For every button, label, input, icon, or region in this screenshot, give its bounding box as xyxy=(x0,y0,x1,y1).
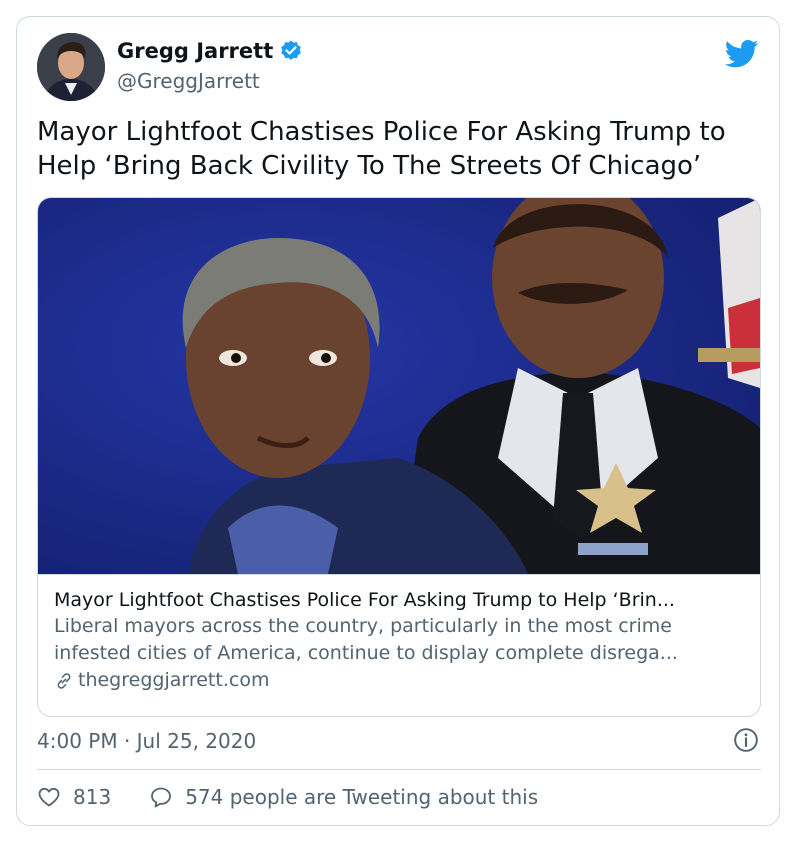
tweeting-text: 574 people are Tweeting about this xyxy=(185,785,539,809)
verified-badge-icon xyxy=(279,39,303,63)
link-card-title[interactable]: Mayor Lightfoot Chastises Police For Ask… xyxy=(54,587,744,613)
tweet-actions: 813 574 people are Tweeting about this xyxy=(37,785,538,809)
tweeting-link[interactable]: 574 people are Tweeting about this xyxy=(149,785,538,809)
speech-bubble-icon xyxy=(151,787,172,808)
author-handle[interactable]: @GreggJarrett xyxy=(117,69,260,93)
twitter-bird-icon[interactable] xyxy=(724,39,759,69)
tweet-timestamp[interactable]: 4:00 PM · Jul 25, 2020 xyxy=(37,729,256,753)
link-card-body: Mayor Lightfoot Chastises Police For Ask… xyxy=(38,574,760,716)
tweet-text: Mayor Lightfoot Chastises Police For Ask… xyxy=(37,117,726,181)
divider xyxy=(37,769,761,770)
link-preview-card[interactable]: Mayor Lightfoot Chastises Police For Ask… xyxy=(37,197,761,717)
link-card-domain-text: thegreggjarrett.com xyxy=(78,669,270,691)
like-button[interactable]: 813 xyxy=(37,785,111,809)
heart-icon xyxy=(38,787,60,807)
link-icon xyxy=(54,671,74,691)
info-icon[interactable] xyxy=(733,727,759,753)
author-name-row: Gregg Jarrett xyxy=(117,39,303,63)
author-name[interactable]: Gregg Jarrett xyxy=(117,39,273,63)
like-count: 813 xyxy=(73,785,112,809)
link-card-description: Liberal mayors across the country, parti… xyxy=(54,615,678,664)
avatar[interactable] xyxy=(37,33,105,101)
link-card-domain: thegreggjarrett.com xyxy=(54,667,744,694)
article-photo xyxy=(38,198,760,574)
tweet-card: Gregg Jarrett @GreggJarrett Mayor Lightf… xyxy=(16,16,780,826)
